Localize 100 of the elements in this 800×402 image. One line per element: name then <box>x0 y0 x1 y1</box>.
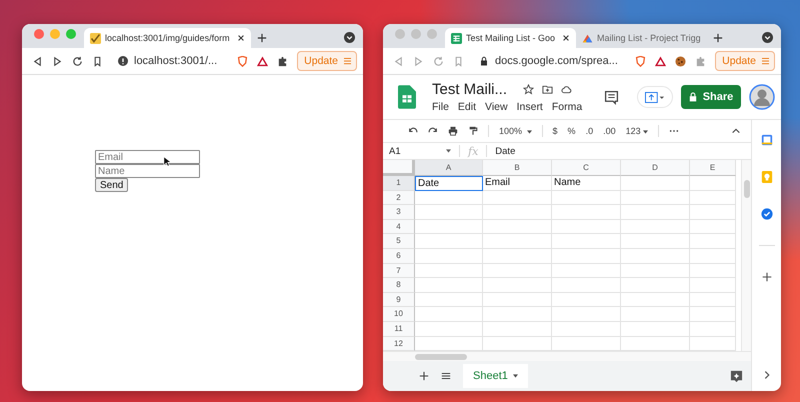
profile-menu-icon[interactable] <box>344 32 355 43</box>
browser-tab[interactable]: Mailing List - Project Trigg <box>576 28 707 48</box>
table-cell[interactable] <box>690 278 736 293</box>
table-cell[interactable]: Date <box>415 176 483 191</box>
table-cell[interactable]: Email <box>483 176 552 191</box>
reload-icon[interactable] <box>72 56 83 66</box>
comment-icon[interactable] <box>604 90 619 104</box>
list-icon[interactable] <box>441 371 451 382</box>
vertical-scrollbar[interactable] <box>741 160 751 352</box>
share-button[interactable]: Share <box>681 85 741 109</box>
row-header[interactable]: 10 <box>383 307 415 322</box>
menu-item[interactable]: Forma <box>552 101 582 113</box>
column-header[interactable]: D <box>621 160 690 176</box>
column-header[interactable]: B <box>483 160 552 176</box>
new-tab-icon[interactable] <box>256 33 267 43</box>
row-header[interactable]: 8 <box>383 278 415 293</box>
table-cell[interactable] <box>621 176 690 191</box>
table-cell[interactable] <box>621 220 690 234</box>
table-cell[interactable] <box>483 190 552 206</box>
close-icon[interactable] <box>236 34 245 42</box>
paint-format-icon[interactable] <box>468 126 478 136</box>
menu-item[interactable]: Edit <box>458 101 476 113</box>
bookmark-icon[interactable] <box>92 56 103 66</box>
column-header[interactable]: E <box>690 160 736 176</box>
column-header[interactable]: C <box>552 160 621 176</box>
select-all-corner[interactable] <box>383 160 415 176</box>
browser-tab[interactable]: Test Mailing List - Goo <box>445 28 576 48</box>
table-cell[interactable] <box>483 307 552 322</box>
lion-shield-icon[interactable] <box>237 56 248 66</box>
table-cell[interactable] <box>552 190 621 206</box>
table-cell[interactable] <box>483 220 552 234</box>
table-cell[interactable] <box>690 220 736 234</box>
table-cell[interactable] <box>621 248 690 264</box>
row-header[interactable]: 11 <box>383 322 415 337</box>
table-cell[interactable] <box>690 234 736 249</box>
table-cell[interactable] <box>415 264 483 278</box>
collapse-icon[interactable] <box>731 126 741 136</box>
row-header[interactable]: 5 <box>383 234 415 249</box>
row-header[interactable]: 6 <box>383 248 415 264</box>
menu-item[interactable]: View <box>485 101 508 113</box>
table-cell[interactable] <box>415 322 483 337</box>
table-cell[interactable] <box>415 307 483 322</box>
table-cell[interactable] <box>621 307 690 322</box>
add-sheet-icon[interactable] <box>419 371 429 382</box>
document-title[interactable]: Test Maili... <box>432 81 508 98</box>
column-header[interactable]: A <box>415 160 483 176</box>
table-cell[interactable] <box>621 264 690 278</box>
table-cell[interactable] <box>415 234 483 249</box>
table-cell[interactable] <box>690 176 736 191</box>
zoom-select[interactable]: 100% <box>499 126 532 136</box>
table-cell[interactable] <box>552 307 621 322</box>
triangle-icon[interactable] <box>257 56 268 66</box>
zoom-window-button[interactable] <box>427 29 437 39</box>
row-header[interactable]: 1 <box>383 176 415 191</box>
table-cell[interactable] <box>690 322 736 337</box>
table-cell[interactable] <box>552 292 621 308</box>
table-cell[interactable] <box>690 205 736 220</box>
table-cell[interactable] <box>415 248 483 264</box>
table-cell[interactable] <box>690 264 736 278</box>
text-input-field[interactable]: Email <box>95 150 200 164</box>
menu-item[interactable]: File <box>432 101 449 113</box>
table-cell[interactable] <box>690 248 736 264</box>
close-window-button[interactable] <box>34 29 44 39</box>
table-cell[interactable] <box>621 278 690 293</box>
star-icon[interactable] <box>523 84 534 95</box>
menu-item[interactable]: Insert <box>516 101 543 113</box>
spreadsheet-logo-icon[interactable] <box>398 85 416 109</box>
table-cell[interactable] <box>415 205 483 220</box>
puzzle-icon[interactable] <box>277 56 288 66</box>
profile-menu-icon[interactable] <box>762 32 773 43</box>
browser-tab[interactable]: localhost:3001/img/guides/form <box>84 28 251 48</box>
print-icon[interactable] <box>448 126 458 136</box>
tasks-icon[interactable] <box>760 208 772 220</box>
explore-icon[interactable] <box>730 370 743 383</box>
percent-format-button[interactable]: % <box>568 126 576 136</box>
table-cell[interactable] <box>621 322 690 337</box>
row-header[interactable]: 4 <box>383 220 415 234</box>
table-cell[interactable] <box>415 190 483 206</box>
forward-icon[interactable] <box>52 56 63 66</box>
cookie-icon[interactable] <box>675 56 686 66</box>
table-cell[interactable] <box>483 205 552 220</box>
table-cell[interactable] <box>483 278 552 293</box>
table-cell[interactable] <box>690 190 736 206</box>
folder-icon[interactable] <box>542 84 554 95</box>
table-cell[interactable] <box>415 220 483 234</box>
lightbulb-icon[interactable] <box>760 171 772 183</box>
zoom-window-button[interactable] <box>66 29 76 39</box>
horizontal-scrollbar[interactable] <box>383 351 751 362</box>
table-cell[interactable] <box>552 322 621 337</box>
table-cell[interactable] <box>621 205 690 220</box>
table-cell[interactable] <box>483 248 552 264</box>
row-header[interactable]: 9 <box>383 292 415 308</box>
table-cell[interactable] <box>483 292 552 308</box>
lion-shield-icon[interactable] <box>635 56 646 66</box>
add-icon[interactable] <box>760 271 772 283</box>
present-button[interactable] <box>637 86 673 108</box>
table-cell[interactable] <box>483 264 552 278</box>
cloud-icon[interactable] <box>561 84 572 95</box>
row-header[interactable]: 2 <box>383 190 415 206</box>
table-cell[interactable] <box>552 220 621 234</box>
